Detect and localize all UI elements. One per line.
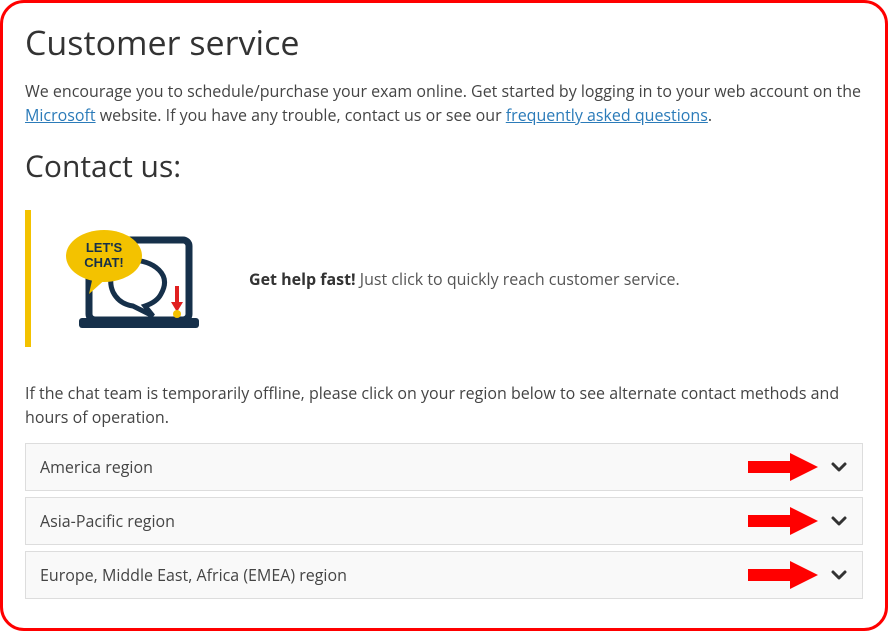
annotation-arrow-icon <box>748 507 818 535</box>
chevron-down-icon <box>830 512 848 530</box>
lets-chat-icon: LET'S CHAT! <box>49 216 219 341</box>
region-accordion-america[interactable]: America region <box>25 443 863 491</box>
region-label: Europe, Middle East, Africa (EMEA) regio… <box>40 564 830 586</box>
page-frame: Customer service We encourage you to sch… <box>0 0 888 631</box>
region-label: Asia-Pacific region <box>40 510 830 532</box>
microsoft-link[interactable]: Microsoft <box>25 104 96 126</box>
intro-paragraph: We encourage you to schedule/purchase yo… <box>25 79 863 127</box>
annotation-arrow-icon <box>748 561 818 589</box>
page-title: Customer service <box>25 19 863 65</box>
chat-rest: Just click to quickly reach customer ser… <box>356 268 680 290</box>
svg-text:CHAT!: CHAT! <box>84 255 123 270</box>
contact-heading: Contact us: <box>25 145 863 186</box>
chevron-down-icon <box>830 566 848 584</box>
svg-text:LET'S: LET'S <box>86 240 123 255</box>
chevron-down-icon <box>830 458 848 476</box>
annotation-arrow-icon <box>748 453 818 481</box>
chat-bold: Get help fast! <box>249 268 356 290</box>
chat-banner[interactable]: LET'S CHAT! Get help fast! Just click to… <box>25 210 863 347</box>
intro-text-1: We encourage you to schedule/purchase yo… <box>25 80 861 102</box>
intro-text-2: website. If you have any trouble, contac… <box>96 104 506 126</box>
region-accordion-emea[interactable]: Europe, Middle East, Africa (EMEA) regio… <box>25 551 863 599</box>
chat-text: Get help fast! Just click to quickly rea… <box>219 268 680 290</box>
faq-link[interactable]: frequently asked questions <box>506 104 708 126</box>
intro-text-3: . <box>708 104 712 126</box>
offline-note: If the chat team is temporarily offline,… <box>25 381 863 429</box>
region-accordion-asia-pacific[interactable]: Asia-Pacific region <box>25 497 863 545</box>
region-label: America region <box>40 456 830 478</box>
